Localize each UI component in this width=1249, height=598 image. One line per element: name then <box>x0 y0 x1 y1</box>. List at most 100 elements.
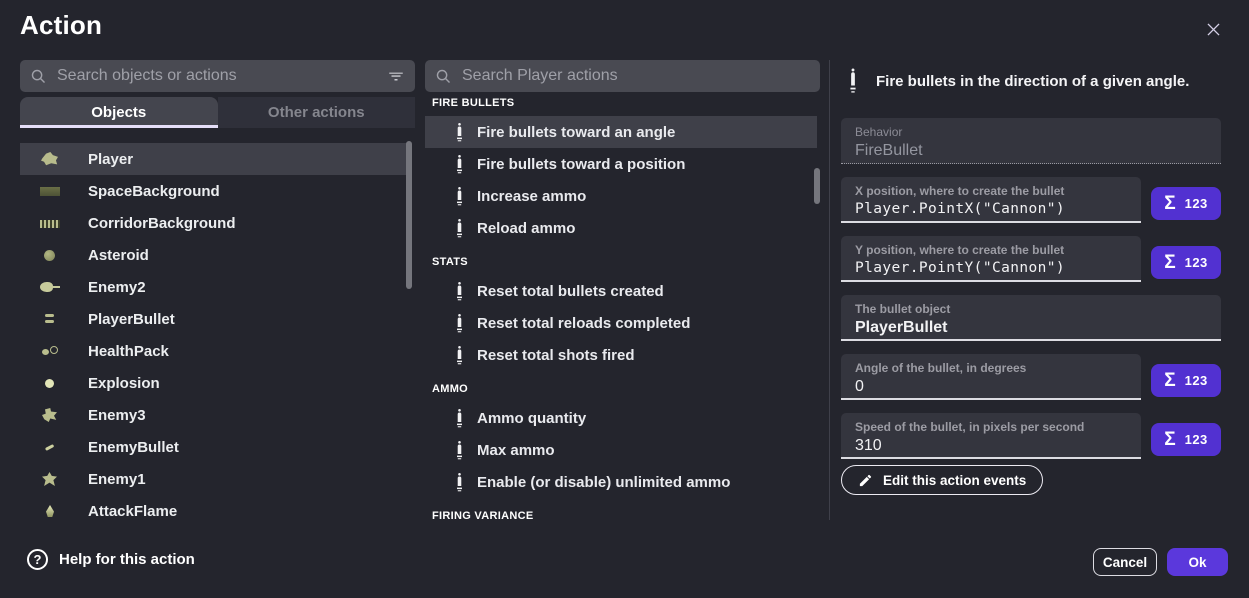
numbers-icon: 123 <box>1185 432 1208 447</box>
object-name: CorridorBackground <box>88 215 236 232</box>
parameter-field[interactable]: Y position, where to create the bulletPl… <box>841 236 1141 282</box>
enemy-bullet-sprite-icon <box>40 437 60 457</box>
sigma-icon: Σ <box>1164 194 1175 213</box>
bullet-icon <box>455 441 464 460</box>
expression-editor-button[interactable]: Σ 123 <box>1151 364 1221 397</box>
objects-search[interactable] <box>20 60 415 92</box>
enemy2-sprite-icon <box>40 277 60 297</box>
scrollbar-thumb[interactable] <box>814 168 820 204</box>
list-item-object[interactable]: Explosion <box>20 367 408 399</box>
parameter-label: X position, where to create the bullet <box>855 184 1127 198</box>
action-group-header: FIRING VARIANCE <box>425 498 817 525</box>
help-link[interactable]: ? Help for this action <box>27 549 195 570</box>
list-item-action[interactable]: Reload ammo <box>425 212 817 244</box>
asteroid-sprite-icon <box>40 245 60 265</box>
parameter-label: Y position, where to create the bullet <box>855 243 1127 257</box>
action-group-header: FIRE BULLETS <box>425 92 817 116</box>
bullet-icon <box>455 409 464 428</box>
list-item-object[interactable]: Enemy3 <box>20 399 408 431</box>
close-icon[interactable] <box>1201 17 1225 41</box>
bullet-icon <box>455 155 464 174</box>
object-name: HealthPack <box>88 343 169 360</box>
list-item-object[interactable]: Asteroid <box>20 239 408 271</box>
list-item-action[interactable]: Ammo quantity <box>425 402 817 434</box>
sigma-icon: Σ <box>1164 253 1175 272</box>
list-item-object[interactable]: EnemyBullet <box>20 431 408 463</box>
list-item-object[interactable]: AttackFlame <box>20 495 408 527</box>
edit-action-events-button[interactable]: Edit this action events <box>841 465 1043 495</box>
expression-editor-button[interactable]: Σ 123 <box>1151 246 1221 279</box>
parameter-label: The bullet object <box>855 302 1207 316</box>
object-tabs: Objects Other actions <box>20 97 415 128</box>
numbers-icon: 123 <box>1185 255 1208 270</box>
search-icon <box>435 68 452 85</box>
actions-search[interactable] <box>425 60 820 92</box>
parameter-field[interactable]: X position, where to create the bullet Pl… <box>841 177 1141 223</box>
help-icon: ? <box>27 549 48 570</box>
list-item-object[interactable]: HealthPack <box>20 335 408 367</box>
action-name: Ammo quantity <box>477 410 586 427</box>
parameter-value: 310 <box>855 437 1127 455</box>
scrollbar-thumb[interactable] <box>406 141 412 289</box>
bullet-icon <box>455 473 464 492</box>
panel-divider <box>829 60 830 520</box>
list-item-object[interactable]: Enemy2 <box>20 271 408 303</box>
filter-icon[interactable] <box>387 67 405 85</box>
expression-editor-button[interactable]: Σ123 <box>1151 423 1221 456</box>
help-label: Help for this action <box>59 551 195 568</box>
list-item-action[interactable]: Reset total shots fired <box>425 339 817 371</box>
action-description-text: Fire bullets in the direction of a given… <box>876 73 1189 90</box>
list-item-action[interactable]: Fire bullets toward a position <box>425 148 817 180</box>
health-pack-sprite-icon <box>40 341 60 361</box>
bullet-icon <box>849 68 857 94</box>
object-name: Enemy3 <box>88 407 146 424</box>
list-item-action[interactable]: Enable (or disable) unlimited ammo <box>425 466 817 498</box>
bullet-icon <box>455 314 464 333</box>
list-item-action[interactable]: Fire bullets toward an angle <box>425 116 817 148</box>
parameter-label: Speed of the bullet, in pixels per secon… <box>855 420 1127 434</box>
action-name: Fire bullets toward an angle <box>477 124 675 141</box>
action-name: Max ammo <box>477 442 555 459</box>
space-background-sprite-icon <box>40 181 60 201</box>
ok-button[interactable]: Ok <box>1167 548 1228 576</box>
sigma-icon: Σ <box>1164 371 1175 390</box>
action-description: Fire bullets in the direction of a given… <box>849 68 1221 94</box>
numbers-icon: 123 <box>1185 196 1208 211</box>
bullet-icon <box>455 123 464 142</box>
expression-editor-button[interactable]: Σ 123 <box>1151 187 1221 220</box>
parameter-field[interactable]: Angle of the bullet, in degrees0 <box>841 354 1141 400</box>
object-name: Enemy2 <box>88 279 146 296</box>
actions-list: FIRE BULLETS Fire bullets toward an angle… <box>425 92 817 525</box>
bullet-icon <box>455 282 464 301</box>
list-item-object[interactable]: PlayerBullet <box>20 303 408 335</box>
parameter-value: Player.PointX("Cannon") <box>855 201 1127 217</box>
list-item-action[interactable]: Increase ammo <box>425 180 817 212</box>
tab-objects[interactable]: Objects <box>20 97 218 128</box>
list-item-action[interactable]: Reset total bullets created <box>425 275 817 307</box>
list-item-object[interactable]: CorridorBackground <box>20 207 408 239</box>
action-name: Reset total bullets created <box>477 283 664 300</box>
parameter-value: FireBullet <box>855 142 1207 160</box>
action-name: Increase ammo <box>477 188 586 205</box>
numbers-icon: 123 <box>1185 373 1208 388</box>
actions-search-input[interactable] <box>462 67 810 85</box>
list-item-object[interactable]: Enemy1 <box>20 463 408 495</box>
bullet-icon <box>455 346 464 365</box>
attack-flame-sprite-icon <box>40 501 60 521</box>
action-name: Reload ammo <box>477 220 575 237</box>
list-item-object[interactable]: Player <box>20 143 408 175</box>
list-item-action[interactable]: Reset total reloads completed <box>425 307 817 339</box>
cancel-button[interactable]: Cancel <box>1093 548 1157 576</box>
parameter-field[interactable]: The bullet objectPlayerBullet <box>841 295 1221 341</box>
bullet-icon <box>455 219 464 238</box>
objects-search-input[interactable] <box>57 67 387 85</box>
parameter-fields: BehaviorFireBullet X position, where to c… <box>841 118 1221 472</box>
list-item-action[interactable]: Max ammo <box>425 434 817 466</box>
parameter-field[interactable]: Speed of the bullet, in pixels per secon… <box>841 413 1141 459</box>
tab-label: Other actions <box>268 104 365 121</box>
parameter-row: BehaviorFireBullet <box>841 118 1221 164</box>
list-item-object[interactable]: SpaceBackground <box>20 175 408 207</box>
tab-other-actions[interactable]: Other actions <box>218 97 416 128</box>
edit-button-label: Edit this action events <box>883 473 1026 488</box>
enemy1-sprite-icon <box>40 469 60 489</box>
